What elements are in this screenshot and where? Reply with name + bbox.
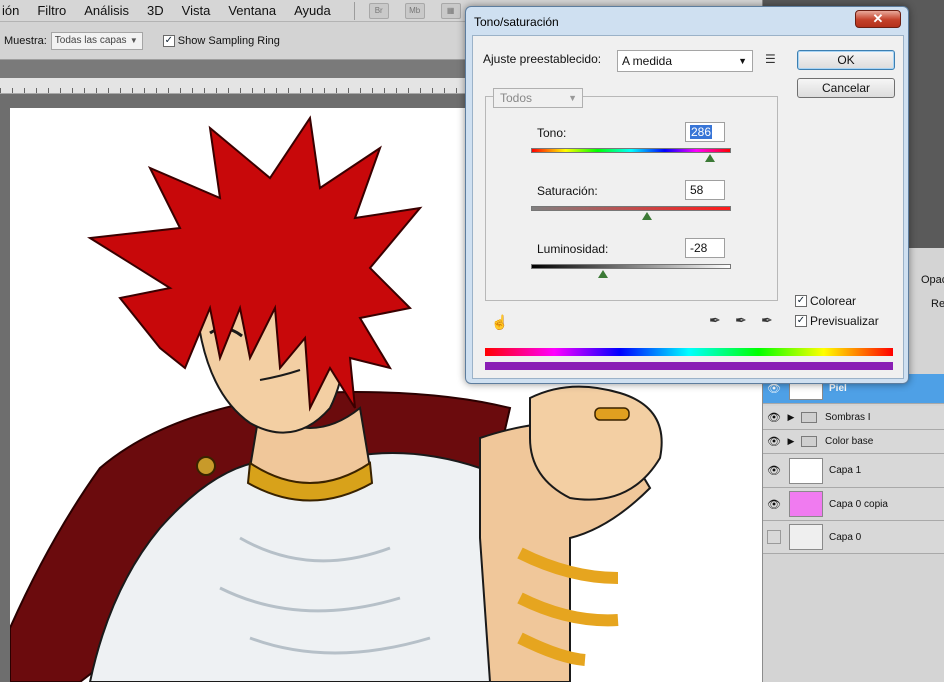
menu-filtro[interactable]: Filtro	[28, 0, 75, 22]
sample-select-value: Todas las capas	[54, 34, 127, 46]
eyedropper-plus-icon[interactable]: ✒	[735, 312, 747, 329]
hue-value: 286	[690, 125, 713, 139]
layer-row[interactable]: 👁 ▶ Color base	[763, 430, 944, 454]
saturation-input[interactable]: 58	[685, 180, 725, 200]
ring	[594, 407, 630, 421]
checkbox-box[interactable]: ✓	[795, 295, 807, 307]
range-value: Todos	[500, 91, 533, 105]
sample-label: Muestra:	[4, 34, 47, 47]
eye-icon[interactable]: 👁	[763, 464, 785, 477]
layer-name: Color base	[825, 436, 874, 447]
layer-row[interactable]: 👁 Capa 0 copia	[763, 488, 944, 521]
lightness-input[interactable]: -28	[685, 238, 725, 258]
ok-button[interactable]: OK	[797, 50, 895, 70]
layer-name: Sombras I	[825, 412, 871, 423]
opacity-label: Opac	[921, 274, 944, 286]
mini-bridge-icon[interactable]: Mb	[404, 2, 425, 19]
menu-analisis[interactable]: Análisis	[75, 0, 138, 22]
close-button[interactable]: ✕	[855, 10, 901, 28]
menu-separator	[353, 1, 355, 20]
menu-ayuda[interactable]: Ayuda	[285, 0, 340, 22]
view-extras-icon[interactable]: ▦	[440, 2, 461, 19]
preview-label: Previsualizar	[810, 314, 879, 328]
eye-icon[interactable]: 👁	[763, 435, 785, 448]
colorize-checkbox[interactable]: ✓ Colorear	[795, 294, 856, 308]
layer-name: Capa 1	[829, 465, 862, 476]
chevron-down-icon: ▼	[738, 56, 747, 66]
layer-row[interactable]: Capa 0	[763, 521, 944, 554]
hue-saturation-dialog: Tono/saturación ✕ Ajuste preestablecido:…	[465, 6, 909, 384]
visibility-toggle[interactable]	[767, 530, 781, 544]
input-color-bar	[485, 348, 893, 356]
layer-name: Piel	[829, 383, 847, 394]
adjustment-group	[485, 96, 778, 301]
layer-name: Capa 0	[829, 531, 862, 543]
saturation-slider-thumb[interactable]	[642, 212, 652, 220]
range-select[interactable]: Todos ▼	[493, 88, 583, 108]
preview-checkbox[interactable]: ✓ Previsualizar	[795, 314, 879, 328]
folder-icon	[801, 436, 817, 447]
sampling-ring-label: Show Sampling Ring	[177, 34, 280, 47]
menu-edicion[interactable]: ión	[0, 0, 28, 22]
eye-icon[interactable]: 👁	[763, 411, 785, 424]
expand-triangle-icon[interactable]: ▶	[785, 412, 797, 423]
lightness-slider-track[interactable]	[531, 264, 731, 269]
lightness-value: -28	[690, 241, 708, 255]
menu-vista[interactable]: Vista	[173, 0, 220, 22]
sampling-ring-checkbox[interactable]: ✓ Show Sampling Ring	[162, 34, 280, 47]
sample-select[interactable]: Todas las capas ▼	[50, 31, 143, 50]
lightness-slider-thumb[interactable]	[598, 270, 608, 278]
layer-thumbnail	[789, 457, 823, 484]
preset-label: Ajuste preestablecido:	[483, 52, 602, 66]
layer-row[interactable]: 👁 ▶ Sombras I	[763, 406, 944, 430]
saturation-value: 58	[690, 183, 704, 197]
preset-select[interactable]: A medida ▼	[617, 50, 753, 72]
eyedropper-icon[interactable]: ✒	[709, 312, 721, 329]
menu-3d[interactable]: 3D	[138, 0, 173, 22]
cancel-button[interactable]: Cancelar	[797, 78, 895, 98]
checkbox-box[interactable]: ✓	[162, 34, 175, 47]
hue-label: Tono:	[537, 126, 567, 140]
expand-triangle-icon[interactable]: ▶	[785, 436, 797, 447]
eyedropper-minus-icon[interactable]: ✒	[761, 312, 773, 329]
preset-value: A medida	[622, 54, 673, 68]
layer-row[interactable]: 👁 Capa 1	[763, 454, 944, 488]
saturation-label: Saturación:	[537, 184, 598, 198]
layer-thumbnail	[789, 524, 823, 550]
checkbox-box[interactable]: ✓	[795, 315, 807, 327]
colorize-label: Colorear	[810, 294, 857, 308]
chevron-down-icon: ▼	[568, 93, 577, 103]
lightness-label: Luminosidad:	[537, 242, 609, 256]
chevron-down-icon: ▼	[129, 35, 138, 45]
saturation-slider-track[interactable]	[531, 206, 731, 211]
preset-options-icon[interactable]: ☰	[765, 52, 776, 66]
bridge-icon[interactable]: Br	[368, 2, 389, 19]
hue-slider-track[interactable]	[531, 148, 731, 153]
menu-ventana[interactable]: Ventana	[219, 0, 285, 22]
dialog-title: Tono/saturación	[474, 15, 559, 29]
layer-thumbnail	[789, 491, 823, 517]
eye-icon[interactable]: 👁	[763, 498, 785, 511]
vertical-ruler	[0, 94, 10, 682]
hue-input[interactable]: 286	[685, 122, 725, 142]
dialog-body: Ajuste preestablecido: A medida ▼ ☰ OK C…	[472, 35, 904, 379]
layer-name: Capa 0 copia	[829, 498, 888, 510]
hue-slider-thumb[interactable]	[705, 154, 715, 162]
cape-brooch	[196, 456, 216, 476]
fill-label: Rell	[931, 298, 944, 310]
targeted-adjustment-icon[interactable]: ☝	[491, 314, 508, 331]
folder-icon	[801, 412, 817, 423]
output-color-bar	[485, 362, 893, 370]
